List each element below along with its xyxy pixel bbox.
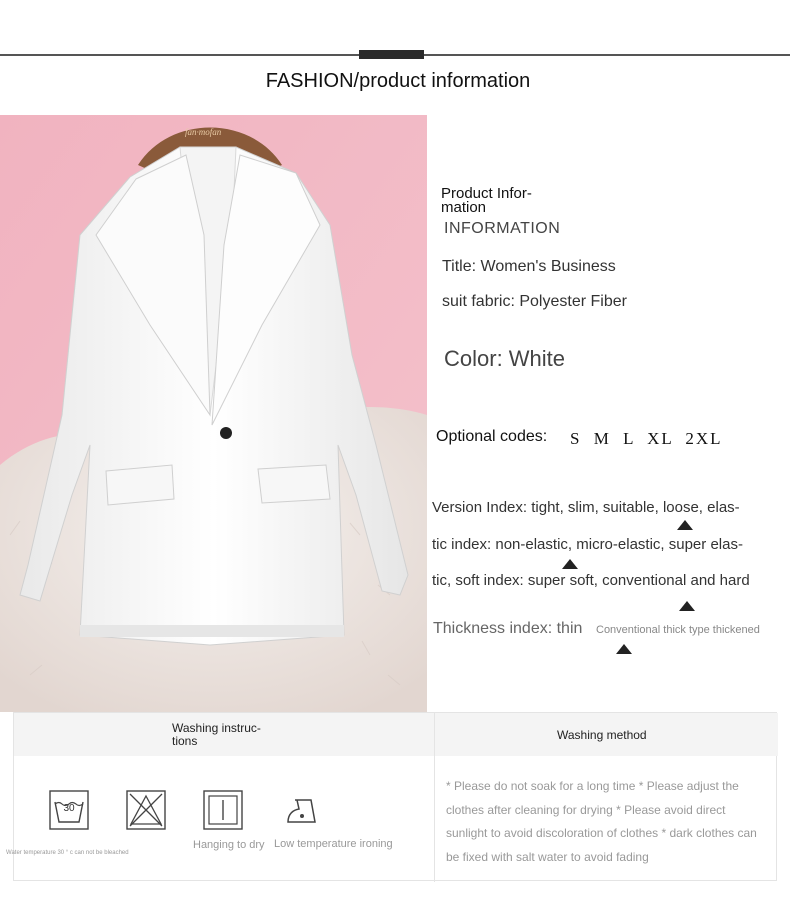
- elastic-marker-icon: [562, 559, 578, 569]
- washing-instructions-title: Washing instruc- tions: [172, 721, 261, 748]
- table-divider: [434, 713, 435, 882]
- product-info-panel: Product Infor- mation INFORMATION Title:…: [427, 115, 790, 712]
- wash-temp-text: 30: [63, 803, 75, 814]
- product-photo: fan·mofan: [0, 115, 427, 712]
- version-index: Version Index: tight, slim, suitable, lo…: [432, 499, 740, 516]
- color-field: Color: White: [444, 346, 566, 371]
- thickness-label: Thickness index: thin: [433, 620, 583, 637]
- washing-table: Washing instruc- tions Washing method 30…: [6, 712, 778, 882]
- soft-marker-icon: [679, 601, 695, 611]
- low-iron-icon: [285, 792, 325, 832]
- info-section-subtitle: INFORMATION: [444, 220, 561, 237]
- no-bleach-icon: [126, 790, 166, 830]
- sizes-list: S M L XL 2XL: [570, 429, 723, 448]
- low-iron-label: Low temperature ironing: [274, 838, 393, 850]
- info-section-title: Product Infor- mation: [441, 185, 532, 216]
- washing-method-title: Washing method: [557, 728, 647, 742]
- sizes-label: Optional codes:: [436, 428, 548, 445]
- page-title: FASHION/product information: [265, 70, 531, 92]
- soft-index: tic, soft index: super soft, conventiona…: [432, 572, 750, 589]
- thickness-options: Conventional thick type thickened: [596, 624, 760, 636]
- wash-tub-30-icon: 30: [49, 790, 89, 830]
- divider-accent: [359, 50, 424, 59]
- svg-text:fan·mofan: fan·mofan: [185, 127, 222, 137]
- washing-method-text: * Please do not soak for a long time * P…: [446, 779, 757, 864]
- hang-dry-icon: [203, 790, 243, 830]
- thickness-marker-icon: [616, 644, 632, 654]
- version-marker-icon: [677, 520, 693, 530]
- hang-dry-label: Hanging to dry: [193, 839, 265, 851]
- fabric-field: suit fabric: Polyester Fiber: [442, 293, 627, 310]
- title-field: Title: Women's Business: [442, 258, 616, 275]
- elastic-index: tic index: non-elastic, micro-elastic, s…: [432, 536, 743, 553]
- wash-temp-note: Water temperature 30 ° c can not be blea…: [6, 850, 129, 856]
